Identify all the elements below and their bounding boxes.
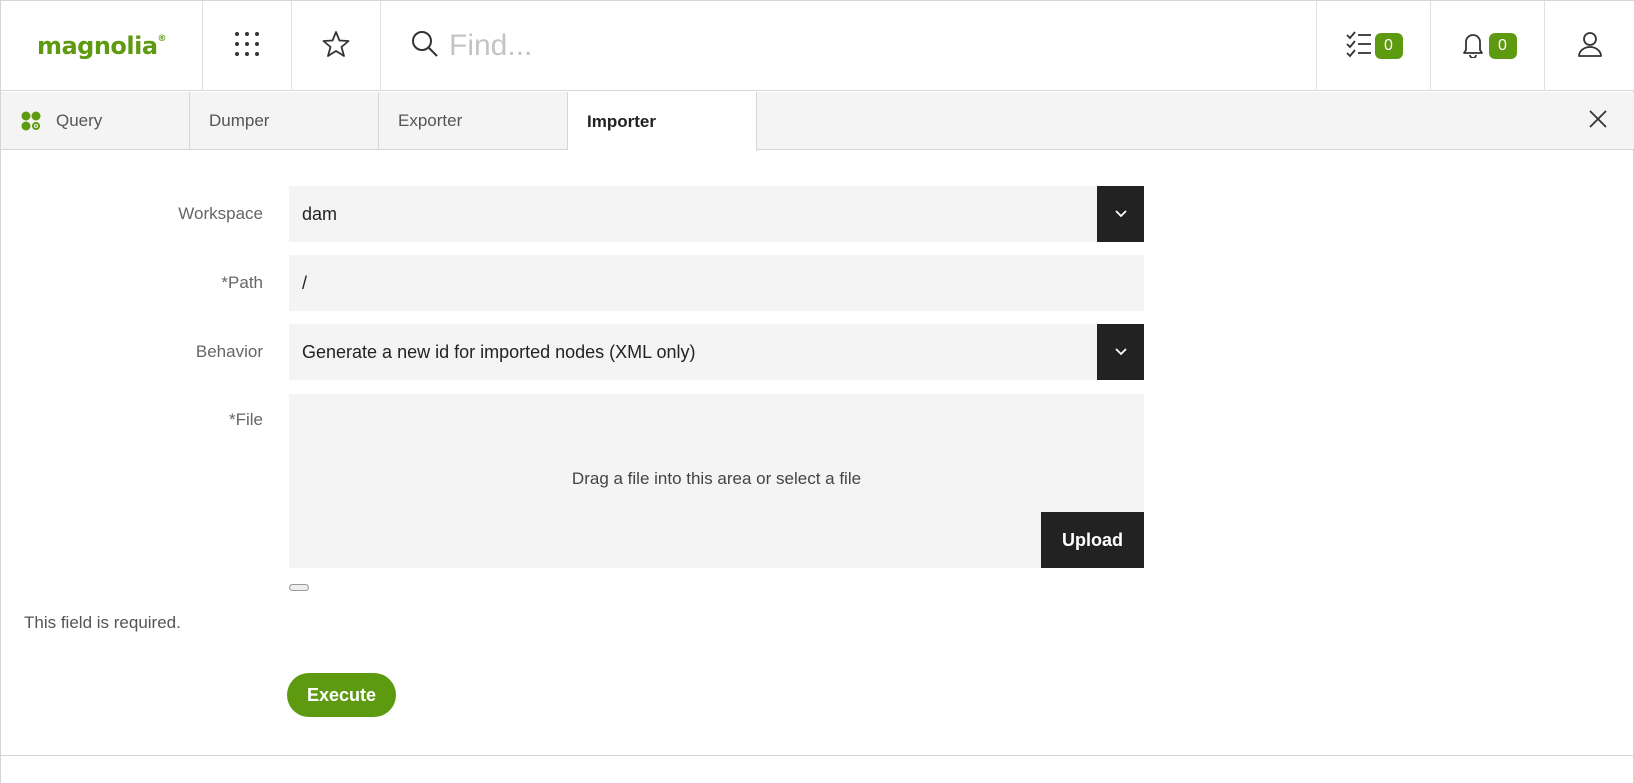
validation-error: This field is required. [24,613,181,632]
tab-label: Dumper [209,111,270,130]
user-icon [1576,30,1604,63]
star-icon [321,29,351,64]
favorites-button[interactable] [292,1,381,91]
file-dropzone[interactable]: Drag a file into this area or select a f… [289,394,1144,568]
app-tab-bar: Query Dumper Exporter Importer [1,92,1634,151]
close-icon [1589,109,1607,133]
top-bar: magnolia® Find... 0 0 [1,1,1634,91]
close-app-button[interactable] [1587,109,1609,133]
workspace-value: dam [302,203,338,224]
search-input[interactable] [449,29,1049,63]
tab-exporter[interactable]: Exporter [379,92,568,150]
workspace-label: Workspace [178,204,263,223]
tab-dumper[interactable]: Dumper [190,92,379,150]
tab-label: Exporter [398,111,463,130]
dropzone-hint: Drag a file into this area or select a f… [571,469,862,488]
tab-label: Importer [587,111,656,131]
importer-page: magnolia® Find... 0 0 Query Dumper Expor… [0,0,1634,783]
logo-area[interactable]: magnolia® [1,1,203,91]
execute-button[interactable]: Execute [287,673,396,717]
chevron-down-icon [1114,205,1128,223]
behavior-dropdown-button[interactable] [1097,324,1144,380]
notifications-button[interactable]: 0 [1431,1,1545,91]
footer-divider [1,755,1634,756]
search-area [381,1,1317,91]
notifications-count-badge: 0 [1488,33,1517,59]
path-value: / [302,272,308,293]
behavior-label: Behavior [195,342,263,361]
path-field[interactable]: / [289,255,1144,311]
search-icon [411,30,439,63]
behavior-value: Generate a new id for imported nodes (XM… [302,341,696,362]
task-list-icon [1345,30,1373,63]
upload-progress-bar [289,584,309,591]
tab-label: Query [56,111,103,130]
app-launcher-button[interactable] [203,1,292,91]
behavior-select[interactable]: Generate a new id for imported nodes (XM… [289,324,1144,380]
grid-dots-icon [233,30,261,63]
path-label: *Path [221,273,263,292]
tasks-button[interactable]: 0 [1317,1,1431,91]
user-menu-button[interactable] [1545,1,1634,91]
tab-importer[interactable]: Importer [568,92,757,151]
file-label: *File [228,410,263,429]
bell-icon [1459,30,1487,63]
workspace-select[interactable]: dam [289,186,1144,242]
magnolia-logo: magnolia® [36,32,167,60]
workspace-dropdown-button[interactable] [1097,186,1144,242]
tasks-count-badge: 0 [1374,33,1403,59]
chevron-down-icon [1114,343,1128,361]
tab-query[interactable]: Query [1,92,190,150]
upload-button[interactable]: Upload [1041,512,1144,568]
query-app-icon [20,110,42,132]
